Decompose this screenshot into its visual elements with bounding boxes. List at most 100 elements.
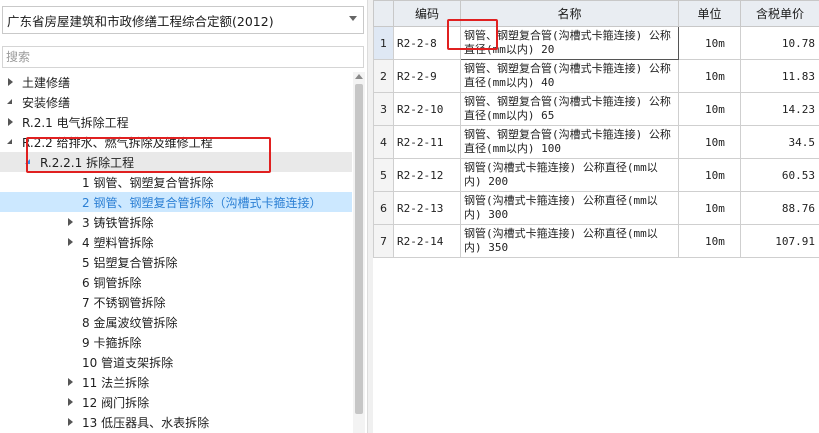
row-number[interactable]: 4 (373, 125, 394, 159)
tree-node[interactable]: 12 阀门拆除 (0, 392, 352, 412)
cell-name-text: 钢管、钢塑复合管(沟槽式卡箍连接) 公称直径(mm以内) 65 (464, 95, 671, 122)
cell-name[interactable]: 钢管(沟槽式卡箍连接) 公称直径(mm以内) 200 (460, 158, 679, 192)
tree-node[interactable]: 6 铜管拆除 (0, 272, 352, 292)
cell-unit[interactable]: 10m (678, 224, 741, 258)
tree-node[interactable]: 9 卡箍拆除 (0, 332, 352, 352)
scroll-up-icon[interactable] (355, 74, 363, 79)
cell-unit[interactable]: 10m (678, 92, 741, 126)
cell-name[interactable]: 钢管、钢塑复合管(沟槽式卡箍连接) 公称直径(mm以内) 100 (460, 125, 679, 159)
cell-code[interactable]: R2-2-12 (393, 158, 461, 192)
cell-price[interactable]: 14.23 (740, 92, 819, 126)
collapsed-toggle-icon[interactable] (66, 397, 76, 407)
collapsed-toggle-icon[interactable] (66, 237, 76, 247)
cell-price[interactable]: 88.76 (740, 191, 819, 225)
cell-code[interactable]: R2-2-13 (393, 191, 461, 225)
tree-node-label: 土建修缮 (22, 75, 71, 90)
row-number[interactable]: 7 (373, 224, 394, 258)
tree-node-label: 7 不锈钢管拆除 (82, 295, 166, 310)
cell-price[interactable]: 10.78 (740, 26, 819, 60)
row-number[interactable]: 1 (373, 26, 394, 60)
tree-scrollbar[interactable] (353, 72, 365, 433)
tree-node-label: 安装修缮 (22, 95, 71, 110)
col-name[interactable]: 名称 (460, 0, 679, 27)
tree-node-label: 9 卡箍拆除 (82, 335, 142, 350)
cell-unit[interactable]: 10m (678, 59, 741, 93)
table-row[interactable]: 1 R2-2-8 钢管、钢塑复合管(沟槽式卡箍连接) 公称直径(mm以内) 20 10… (373, 26, 819, 60)
cell-name[interactable]: 钢管(沟槽式卡箍连接) 公称直径(mm以内) 350 (460, 224, 679, 258)
cell-price[interactable]: 60.53 (740, 158, 819, 192)
quota-grid: 编码 名称 单位 含税单价 1 R2-2-8 钢管、钢塑复合管(沟槽式卡箍连接) 公… (373, 0, 819, 433)
cell-name[interactable]: 钢管、钢塑复合管(沟槽式卡箍连接) 公称直径(mm以内) 65 (460, 92, 679, 126)
table-row[interactable]: 5 R2-2-12 钢管(沟槽式卡箍连接) 公称直径(mm以内) 200 10m 60.… (373, 158, 819, 192)
collapsed-toggle-icon[interactable] (6, 77, 16, 87)
cell-code[interactable]: R2-2-8 (393, 26, 461, 60)
cell-name[interactable]: 钢管、钢塑复合管(沟槽式卡箍连接) 公称直径(mm以内) 20 (460, 26, 679, 60)
col-price[interactable]: 含税单价 (740, 0, 819, 27)
tree-node[interactable]: 4 塑料管拆除 (0, 232, 352, 252)
expanded-toggle-icon[interactable] (24, 157, 34, 167)
chapter-tree: 土建修缮安装修缮 R.2.1 电气拆除工程 R.2.2 给排水、燃气拆除及维修工程 R… (0, 72, 352, 433)
cell-price[interactable]: 34.5 (740, 125, 819, 159)
row-number[interactable]: 6 (373, 191, 394, 225)
col-unit[interactable]: 单位 (678, 0, 741, 27)
tree-node[interactable]: 7 不锈钢管拆除 (0, 292, 352, 312)
tree-node-label: 6 铜管拆除 (82, 275, 142, 290)
cell-name-text: 钢管(沟槽式卡箍连接) 公称直径(mm以内) 200 (464, 161, 658, 188)
tree-node-label: 3 铸铁管拆除 (82, 215, 154, 230)
table-row[interactable]: 3 R2-2-10 钢管、钢塑复合管(沟槽式卡箍连接) 公称直径(mm以内) 65 1… (373, 92, 819, 126)
collapsed-toggle-icon[interactable] (66, 417, 76, 427)
quota-library-value: 广东省房屋建筑和市政修缮工程综合定额(2012) (7, 13, 274, 29)
cell-unit[interactable]: 10m (678, 191, 741, 225)
cell-name-text: 钢管(沟槽式卡箍连接) 公称直径(mm以内) 350 (464, 227, 658, 254)
cell-name[interactable]: 钢管、钢塑复合管(沟槽式卡箍连接) 公称直径(mm以内) 40 (460, 59, 679, 93)
collapsed-toggle-icon[interactable] (66, 377, 76, 387)
cell-name-text: 钢管(沟槽式卡箍连接) 公称直径(mm以内) 300 (464, 194, 658, 221)
cell-unit[interactable]: 10m (678, 26, 741, 60)
table-row[interactable]: 2 R2-2-9 钢管、钢塑复合管(沟槽式卡箍连接) 公称直径(mm以内) 40 10… (373, 59, 819, 93)
row-number[interactable]: 5 (373, 158, 394, 192)
col-rownum[interactable] (373, 0, 394, 27)
col-code[interactable]: 编码 (393, 0, 461, 27)
tree-node[interactable]: 10 管道支架拆除 (0, 352, 352, 372)
table-row[interactable]: 7 R2-2-14 钢管(沟槽式卡箍连接) 公称直径(mm以内) 350 10m 107… (373, 224, 819, 258)
cell-name-text: 钢管、钢塑复合管(沟槽式卡箍连接) 公称直径(mm以内) 40 (464, 62, 671, 89)
collapsed-toggle-icon[interactable] (6, 117, 16, 127)
table-row[interactable]: 6 R2-2-13 钢管(沟槽式卡箍连接) 公称直径(mm以内) 300 10m 88.… (373, 191, 819, 225)
tree-node-label: R.2.2.1 拆除工程 (40, 155, 135, 170)
scrollbar-thumb[interactable] (355, 84, 363, 414)
tree-node-label: 4 塑料管拆除 (82, 235, 154, 250)
table-row[interactable]: 4 R2-2-11 钢管、钢塑复合管(沟槽式卡箍连接) 公称直径(mm以内) 100… (373, 125, 819, 159)
tree-node[interactable]: 安装修缮 (0, 92, 352, 112)
tree-node[interactable]: 5 铝塑复合管拆除 (0, 252, 352, 272)
tree-node[interactable]: 11 法兰拆除 (0, 372, 352, 392)
cell-code[interactable]: R2-2-9 (393, 59, 461, 93)
tree-node-label: 13 低压器具、水表拆除 (82, 415, 210, 430)
quota-library-select[interactable]: 广东省房屋建筑和市政修缮工程综合定额(2012) (2, 6, 364, 34)
tree-node[interactable]: 土建修缮 (0, 72, 352, 92)
cell-code[interactable]: R2-2-11 (393, 125, 461, 159)
cell-name[interactable]: 钢管(沟槽式卡箍连接) 公称直径(mm以内) 300 (460, 191, 679, 225)
cell-price[interactable]: 11.83 (740, 59, 819, 93)
tree-node[interactable]: R.2.2.1 拆除工程 (0, 152, 352, 172)
row-number[interactable]: 3 (373, 92, 394, 126)
tree-node[interactable]: 1 钢管、钢塑复合管拆除 (0, 172, 352, 192)
cell-code[interactable]: R2-2-14 (393, 224, 461, 258)
row-number[interactable]: 2 (373, 59, 394, 93)
cell-unit[interactable]: 10m (678, 158, 741, 192)
tree-node-label: R.2.2 给排水、燃气拆除及维修工程 (22, 135, 213, 150)
cell-unit[interactable]: 10m (678, 125, 741, 159)
expanded-toggle-icon[interactable] (6, 137, 16, 147)
chevron-down-icon[interactable] (349, 16, 357, 21)
cell-code[interactable]: R2-2-10 (393, 92, 461, 126)
tree-node[interactable]: 2 钢管、钢塑复合管拆除（沟槽式卡箍连接） (0, 192, 352, 212)
tree-node[interactable]: R.2.1 电气拆除工程 (0, 112, 352, 132)
cell-price[interactable]: 107.91 (740, 224, 819, 258)
collapsed-toggle-icon[interactable] (66, 217, 76, 227)
tree-node[interactable]: R.2.2 给排水、燃气拆除及维修工程 (0, 132, 352, 152)
tree-node-label: R.2.1 电气拆除工程 (22, 115, 129, 130)
tree-node[interactable]: 8 金属波纹管拆除 (0, 312, 352, 332)
search-input[interactable] (2, 46, 364, 68)
tree-node[interactable]: 3 铸铁管拆除 (0, 212, 352, 232)
tree-node[interactable]: 13 低压器具、水表拆除 (0, 412, 352, 432)
expanded-toggle-icon[interactable] (6, 97, 16, 107)
